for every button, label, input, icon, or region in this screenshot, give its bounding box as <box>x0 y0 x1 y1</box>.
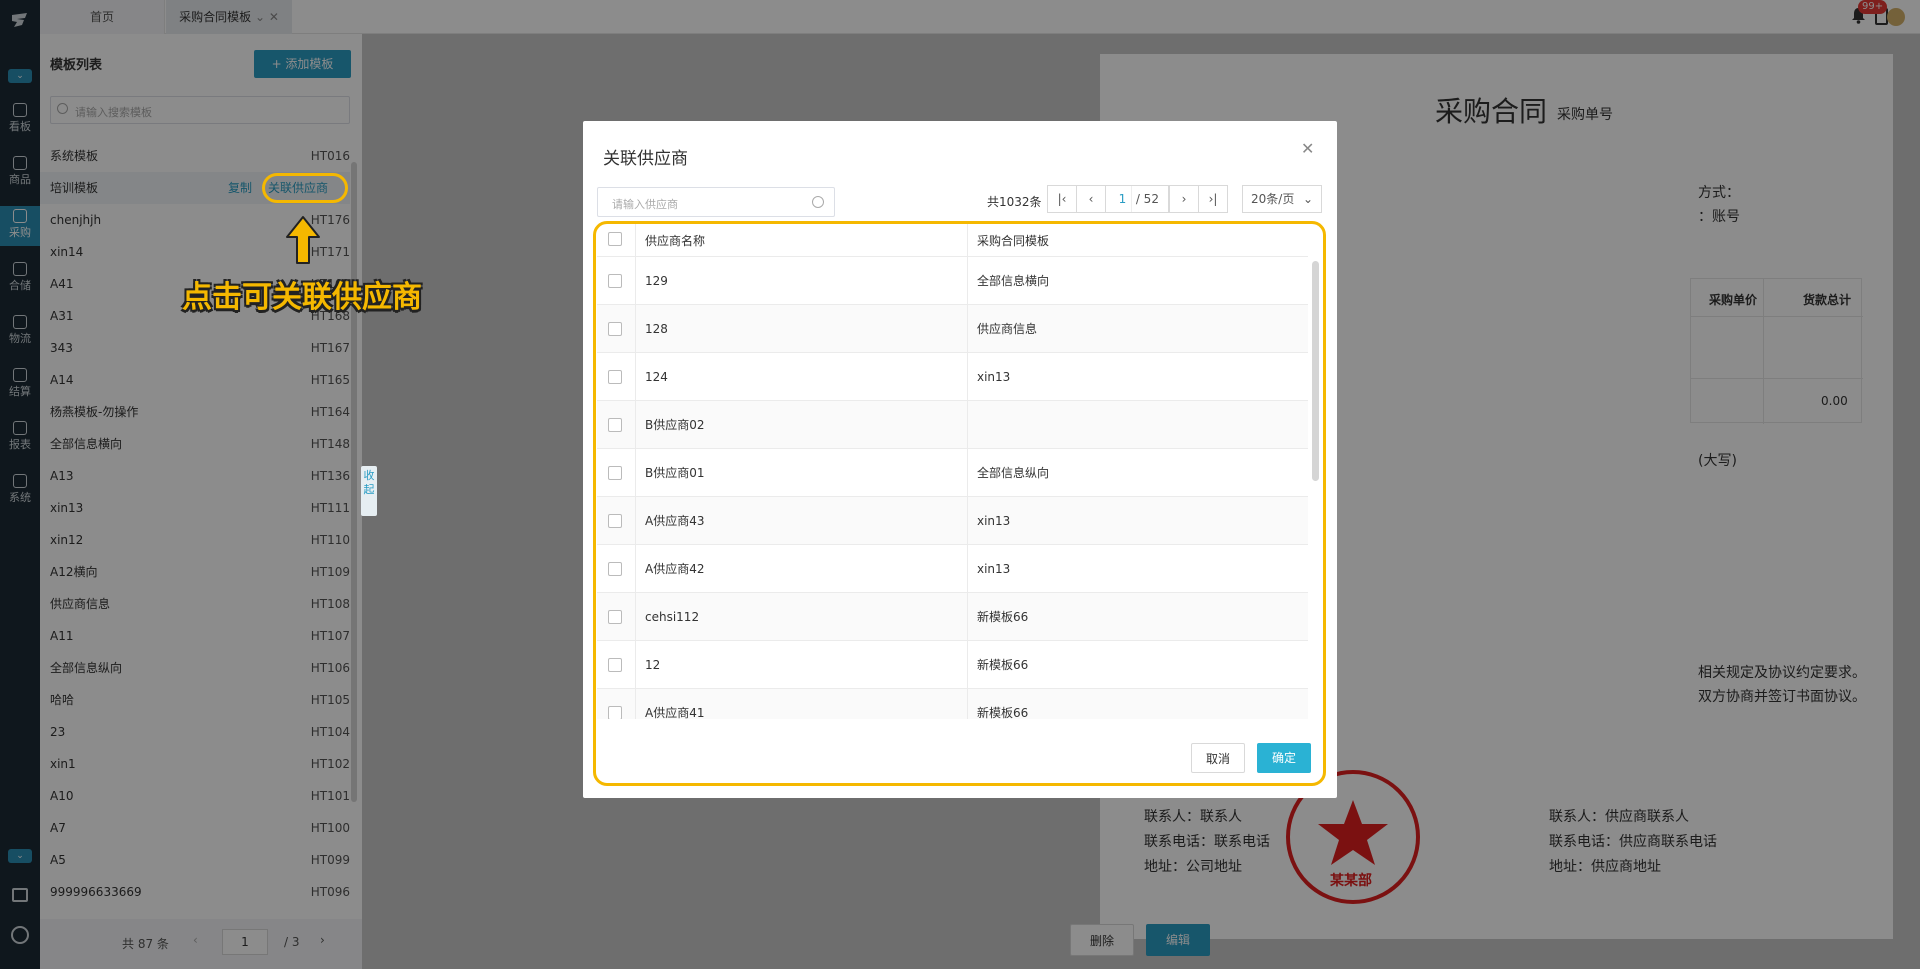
collapse-label: 收起 <box>363 469 375 496</box>
annotation-highlight-ring <box>262 173 348 203</box>
link-supplier-modal: 关联供应商 ✕ 请输入供应商 共1032条 |‹ ‹ 1 / 52 › ›| 2… <box>583 121 1337 798</box>
annotation-highlight-frame <box>593 221 1326 786</box>
annotation-caption: 点击可关联供应商 <box>182 280 422 315</box>
collapse-sidebar-tab[interactable]: 收起 <box>361 466 377 516</box>
annotation-arrow-up-icon <box>285 215 321 265</box>
